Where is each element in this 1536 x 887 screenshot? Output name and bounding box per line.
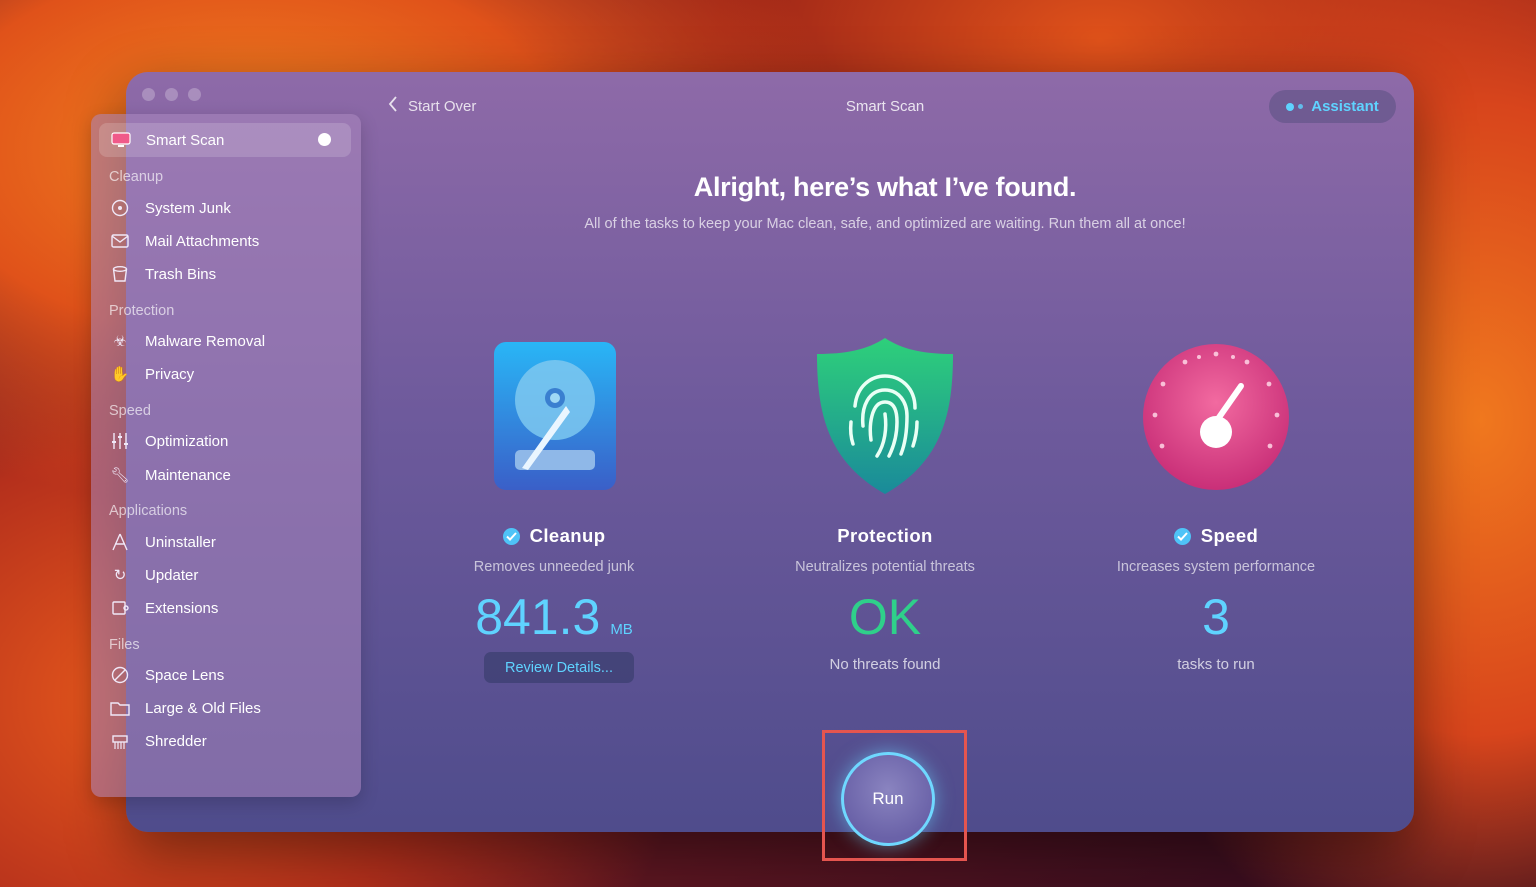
sidebar-item-smart-scan[interactable]: Smart Scan	[99, 123, 351, 157]
speed-value: 3	[1056, 588, 1376, 646]
sidebar-item-label: Optimization	[145, 432, 229, 450]
sidebar-item-optimization[interactable]: Optimization	[109, 429, 228, 453]
section-applications: Applications	[109, 503, 188, 519]
section-cleanup: Cleanup	[109, 169, 164, 185]
sidebar-item-label: Smart Scan	[146, 131, 225, 149]
cleanup-unit: MB	[610, 621, 633, 638]
window-title: Smart Scan	[845, 98, 925, 115]
sidebar-item-label: Privacy	[145, 365, 195, 383]
chevron-left-icon	[388, 96, 398, 116]
speedometer-icon	[1141, 342, 1291, 492]
disk-icon	[109, 197, 131, 219]
protection-status: OK	[848, 589, 922, 645]
sidebar-item-uninstaller[interactable]: Uninstaller	[109, 530, 216, 554]
sidebar-item-label: System Junk	[145, 199, 231, 217]
start-over-label: Start Over	[408, 97, 477, 115]
check-icon	[1173, 527, 1191, 545]
run-button[interactable]: Run	[841, 752, 935, 846]
monitor-icon	[110, 129, 132, 151]
folder-icon	[109, 697, 131, 719]
cleanup-value: 841.3 MB	[394, 588, 714, 646]
sidebar-item-updater[interactable]: ↻ Updater	[109, 563, 199, 587]
assistant-button[interactable]: Assistant	[1269, 90, 1396, 123]
sidebar-item-extensions[interactable]: Extensions	[109, 596, 218, 620]
zoom-window-button[interactable]	[188, 88, 201, 101]
wrench-icon: 🔧︎	[110, 467, 130, 484]
sidebar: Smart Scan Cleanup System Junk Mail Atta…	[91, 114, 361, 797]
page-title: Alright, here’s what I’ve found.	[693, 172, 1077, 202]
speed-note: tasks to run	[1177, 656, 1255, 673]
sidebar-item-trash-bins[interactable]: Trash Bins	[109, 262, 216, 286]
speed-title: Speed	[1056, 525, 1376, 547]
sidebar-item-label: Trash Bins	[145, 265, 217, 283]
puzzle-icon	[109, 597, 131, 619]
sidebar-item-malware-removal[interactable]: ☣ Malware Removal	[109, 329, 265, 353]
minimize-window-button[interactable]	[165, 88, 178, 101]
window-controls	[142, 88, 201, 101]
review-details-button[interactable]: Review Details...	[484, 652, 634, 683]
start-over-button[interactable]: Start Over	[388, 96, 476, 116]
speed-description: Increases system performance	[1116, 559, 1316, 575]
sidebar-item-maintenance[interactable]: 🔧︎ Maintenance	[109, 463, 231, 487]
active-indicator	[318, 133, 331, 146]
assistant-dots-icon	[1286, 102, 1304, 111]
assistant-label: Assistant	[1311, 98, 1379, 115]
hand-icon: ✋	[110, 366, 130, 383]
sidebar-item-privacy[interactable]: ✋ Privacy	[109, 362, 195, 386]
apps-icon	[109, 531, 131, 553]
shield-fingerprint-icon	[813, 336, 957, 496]
check-icon	[502, 527, 520, 545]
shredder-icon	[109, 730, 131, 752]
update-arrow-icon: ↻	[113, 567, 127, 584]
close-window-button[interactable]	[142, 88, 155, 101]
protection-title: Protection	[725, 525, 1045, 547]
sidebar-item-system-junk[interactable]: System Junk	[109, 196, 231, 220]
page-subtitle: All of the tasks to keep your Mac clean,…	[584, 216, 1186, 232]
sidebar-item-label: Extensions	[145, 599, 219, 617]
sidebar-item-label: Malware Removal	[145, 332, 266, 350]
speed-task-count: 3	[1202, 589, 1230, 645]
section-files: Files	[109, 637, 140, 653]
biohazard-icon: ☣	[113, 333, 127, 350]
sidebar-item-label: Mail Attachments	[145, 232, 260, 250]
sidebar-item-label: Space Lens	[145, 666, 225, 684]
sidebar-item-label: Uninstaller	[145, 533, 216, 551]
protection-value: OK	[725, 588, 1045, 646]
lens-icon	[109, 664, 131, 686]
trash-icon	[109, 263, 131, 285]
sidebar-item-label: Shredder	[145, 732, 207, 750]
sidebar-item-shredder[interactable]: Shredder	[109, 729, 207, 753]
sidebar-item-large-old-files[interactable]: Large & Old Files	[109, 696, 261, 720]
section-speed: Speed	[109, 403, 151, 419]
hard-drive-icon	[494, 342, 616, 490]
card-title-label: Protection	[837, 525, 933, 546]
sidebar-item-mail-attachments[interactable]: Mail Attachments	[109, 229, 259, 253]
section-protection: Protection	[109, 303, 175, 319]
card-title-label: Speed	[1200, 525, 1259, 546]
protection-note: No threats found	[829, 656, 941, 673]
sidebar-item-label: Updater	[145, 566, 199, 584]
sidebar-item-label: Maintenance	[145, 466, 231, 484]
card-title-label: Cleanup	[529, 525, 606, 546]
sidebar-item-space-lens[interactable]: Space Lens	[109, 663, 224, 687]
cleanup-amount: 841.3	[475, 589, 601, 645]
envelope-icon	[109, 230, 131, 252]
cleanup-title: Cleanup	[394, 525, 714, 547]
sliders-icon	[109, 430, 131, 452]
protection-description: Neutralizes potential threats	[795, 559, 975, 575]
sidebar-item-label: Large & Old Files	[145, 699, 261, 717]
cleanup-description: Removes unneeded junk	[473, 559, 635, 575]
